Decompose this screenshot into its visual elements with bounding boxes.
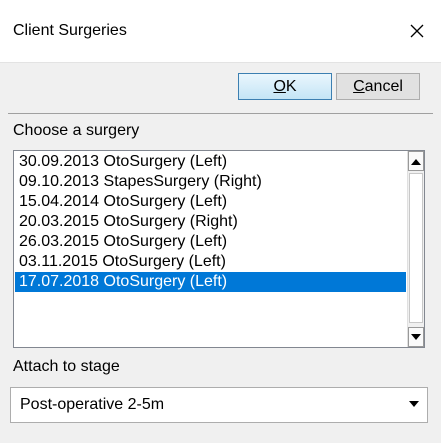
surgery-list-item[interactable]: 30.09.2013 OtoSurgery (Left) [15,152,406,172]
button-bar: OK Cancel [0,62,441,117]
surgery-list-item[interactable]: 17.07.2018 OtoSurgery (Left) [15,272,406,292]
window-title: Client Surgeries [13,22,127,39]
surgery-list-item[interactable]: 03.11.2015 OtoSurgery (Left) [15,252,406,272]
scroll-up-icon [411,158,421,165]
chevron-down-icon [409,401,419,407]
ok-button[interactable]: OK [238,73,332,100]
scroll-down-icon [411,333,421,340]
close-button[interactable] [393,0,441,62]
surgery-list-item[interactable]: 20.03.2015 OtoSurgery (Right) [15,212,406,232]
separator [8,113,433,114]
surgery-list-items: 30.09.2013 OtoSurgery (Left) 09.10.2013 S… [15,152,406,292]
attach-stage-label: Attach to stage [13,358,120,375]
surgery-list-item[interactable]: 26.03.2015 OtoSurgery (Left) [15,232,406,252]
scroll-down-button[interactable] [408,327,424,347]
cancel-button[interactable]: Cancel [336,73,420,100]
ok-mnemonic: O [273,77,286,95]
stage-dropdown[interactable]: Post-operative 2-5m [10,387,428,423]
surgery-list-item[interactable]: 09.10.2013 StapesSurgery (Right) [15,172,406,192]
surgery-listbox[interactable]: 30.09.2013 OtoSurgery (Left) 09.10.2013 S… [13,150,425,348]
close-icon [410,24,424,38]
listbox-scrollbar[interactable] [407,151,424,347]
client-surgeries-dialog: Client Surgeries OK Cancel Choose a surg… [0,0,441,443]
cancel-mnemonic: C [353,77,365,95]
title-bar: Client Surgeries [0,0,441,63]
surgery-list-item[interactable]: 15.04.2014 OtoSurgery (Left) [15,192,406,212]
stage-dropdown-value: Post-operative 2-5m [20,396,165,413]
scroll-up-button[interactable] [408,151,424,171]
cancel-label-rest: ancel [364,77,403,95]
scroll-thumb[interactable] [409,173,423,323]
choose-surgery-label: Choose a surgery [13,122,140,139]
ok-label-rest: K [285,77,297,95]
